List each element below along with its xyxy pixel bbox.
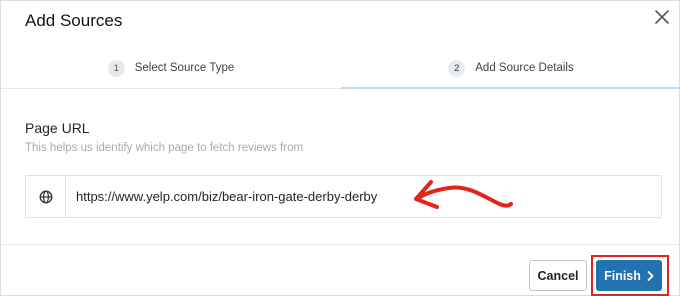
dialog-header: Add Sources (1, 1, 680, 43)
active-step-indicator (341, 87, 680, 89)
cancel-button[interactable]: Cancel (529, 260, 587, 291)
finish-button[interactable]: Finish (596, 260, 662, 291)
add-sources-dialog: Add Sources 1 Select Source Type 2 Add S… (0, 0, 680, 296)
step-number: 2 (448, 59, 466, 77)
page-url-input[interactable] (66, 176, 661, 217)
step-select-source-type[interactable]: 1 Select Source Type (1, 47, 341, 89)
step-label: Add Source Details (475, 62, 574, 74)
chevron-right-icon (647, 270, 654, 281)
finish-label: Finish (604, 268, 641, 283)
close-icon (655, 10, 669, 24)
step-add-source-details[interactable]: 2 Add Source Details (341, 47, 680, 89)
close-button[interactable] (651, 6, 673, 28)
step-number: 1 (107, 59, 125, 77)
dialog-footer: Cancel Finish (1, 244, 680, 296)
url-icon-cell (26, 176, 66, 217)
page-url-field (25, 175, 662, 218)
step-label: Select Source Type (134, 62, 235, 74)
globe-icon (39, 190, 52, 203)
dialog-title: Add Sources (25, 11, 123, 30)
page-url-label: Page URL (25, 120, 90, 136)
step-tabs: 1 Select Source Type 2 Add Source Detail… (1, 47, 680, 89)
page-url-help-text: This helps us identify which page to fet… (25, 142, 304, 154)
